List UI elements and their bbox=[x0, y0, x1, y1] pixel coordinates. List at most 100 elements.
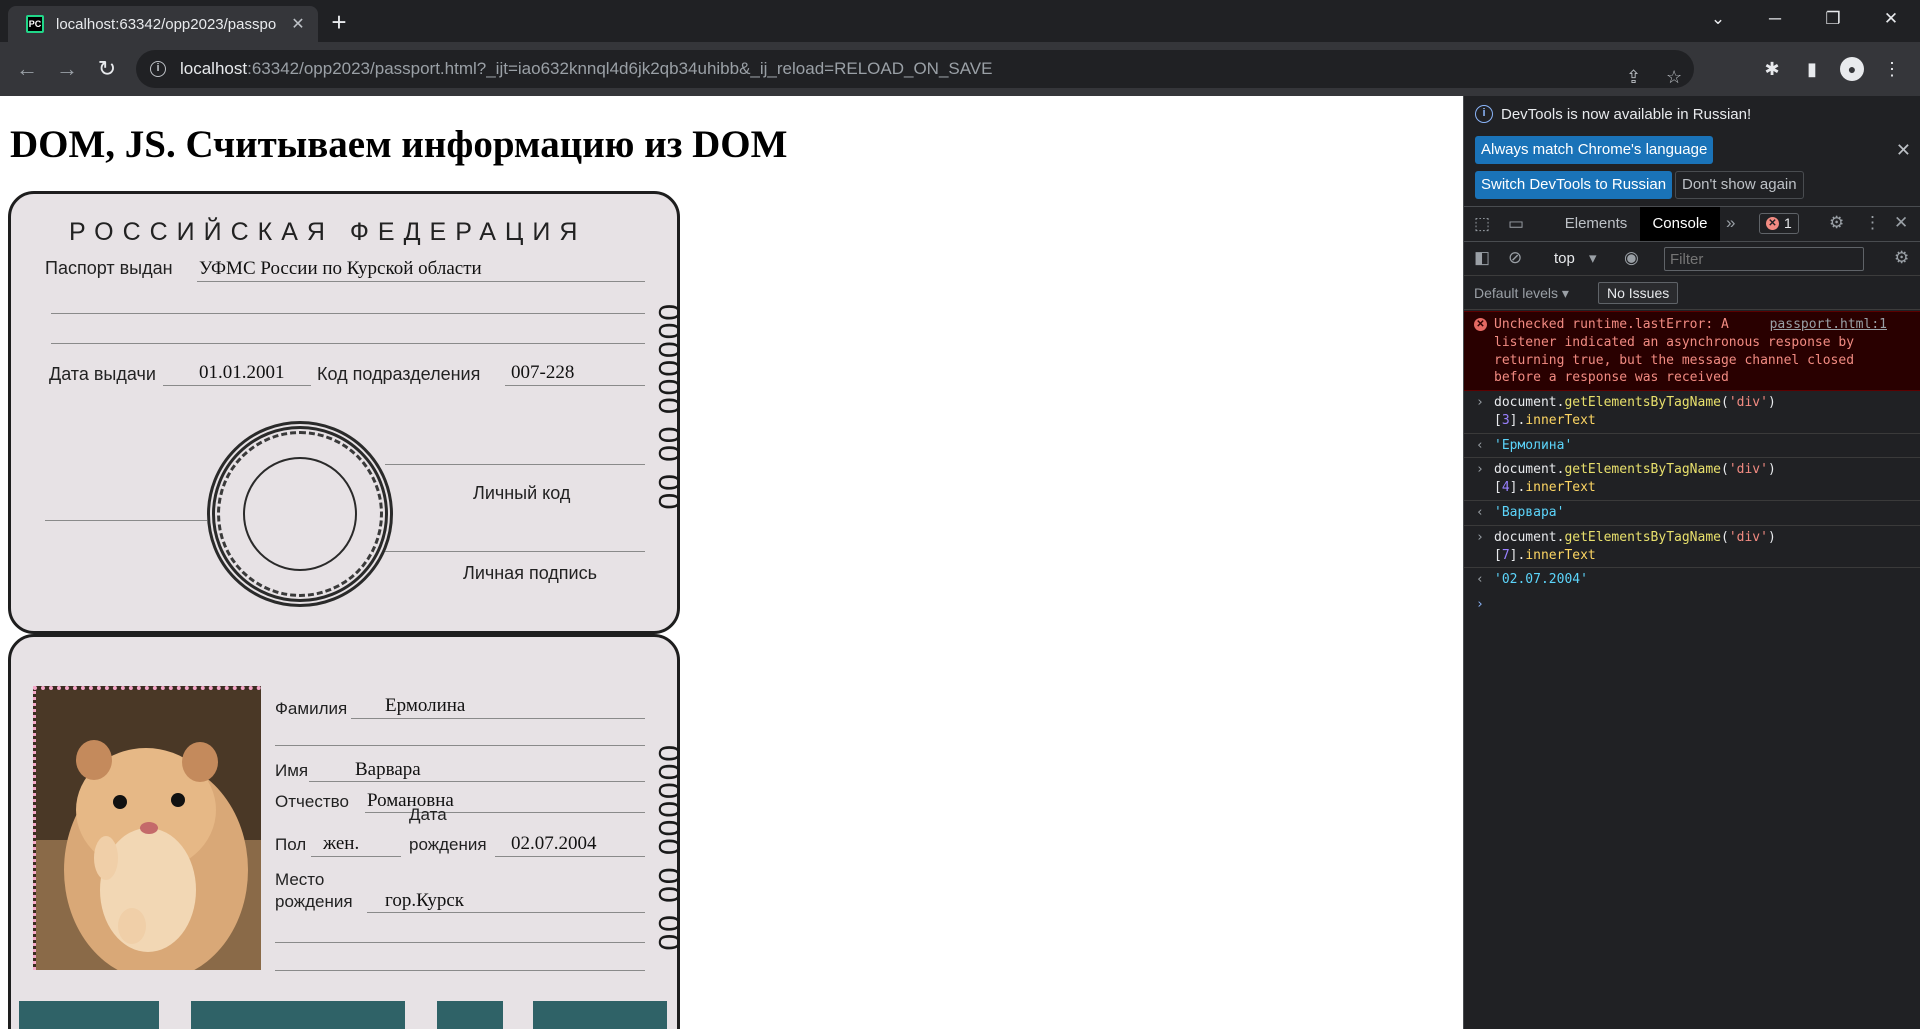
reload-icon[interactable]: ↻ bbox=[92, 54, 122, 84]
eye-icon[interactable]: ◉ bbox=[1624, 248, 1639, 268]
language-banner: i DevTools is now available in Russian! … bbox=[1464, 96, 1920, 205]
devtools-tabbar: ⬚ ▭ Elements Console » ✕ 1 ⚙ ⋮ ✕ bbox=[1464, 206, 1920, 242]
menu-icon[interactable]: ⋮ bbox=[1880, 57, 1904, 81]
underline bbox=[367, 912, 645, 913]
underline bbox=[505, 385, 645, 386]
color-bar bbox=[191, 1001, 405, 1029]
error-source-link[interactable]: passport.html:1 bbox=[1770, 316, 1887, 334]
serial-number: 000000 00 00 bbox=[652, 745, 685, 953]
banner-text: DevTools is now available in Russian! bbox=[1501, 105, 1752, 123]
close-icon[interactable]: ✕ bbox=[1896, 140, 1911, 161]
sidepanel-icon[interactable]: ▮ bbox=[1800, 57, 1824, 81]
underline bbox=[45, 520, 207, 521]
error-count-badge[interactable]: ✕ 1 bbox=[1759, 213, 1799, 234]
profile-icon[interactable]: ● bbox=[1840, 57, 1864, 81]
error-icon: ✕ bbox=[1474, 318, 1487, 331]
underline bbox=[51, 313, 645, 314]
tab-close-icon[interactable]: ✕ bbox=[288, 14, 308, 34]
input-chevron-icon: › bbox=[1476, 462, 1484, 478]
issues-button[interactable]: No Issues bbox=[1598, 282, 1679, 304]
always-match-language-button[interactable]: Always match Chrome's language bbox=[1475, 136, 1714, 164]
passport-page-personal: Фамилия Ермолина Имя Варвара Отчество Ро… bbox=[8, 634, 685, 1029]
photo-hamster bbox=[33, 686, 261, 970]
tab-strip: PC localhost:63342/opp2023/passpo ✕ + ⌄ … bbox=[0, 0, 1920, 42]
gear-icon[interactable]: ⚙ bbox=[1829, 213, 1844, 233]
device-toggle-icon[interactable]: ▭ bbox=[1508, 214, 1524, 234]
underline bbox=[275, 745, 645, 746]
share-icon[interactable]: ⇪ bbox=[1626, 68, 1641, 86]
switch-to-russian-button[interactable]: Switch DevTools to Russian bbox=[1475, 171, 1673, 199]
sidebar-toggle-icon[interactable]: ◧ bbox=[1474, 248, 1490, 268]
underline bbox=[275, 970, 645, 971]
result-chevron-icon: ‹ bbox=[1476, 572, 1484, 588]
dept-code-value: 007-228 bbox=[511, 362, 575, 383]
restore-icon[interactable]: ❐ bbox=[1806, 0, 1860, 40]
levels-bar: Default levels ▾ No Issues bbox=[1464, 276, 1920, 310]
console-result-entry: ‹ 'Варвара' bbox=[1464, 501, 1920, 526]
underline bbox=[495, 856, 645, 857]
underline bbox=[309, 781, 645, 782]
serial-number: 000000 00 00 bbox=[652, 304, 685, 512]
tab-elements[interactable]: Elements bbox=[1556, 207, 1636, 241]
page-heading: DOM, JS. Считываем информацию из DOM bbox=[10, 123, 788, 166]
color-bar bbox=[437, 1001, 503, 1029]
underline bbox=[365, 812, 645, 813]
underline bbox=[51, 343, 645, 344]
passport-page-issue: РОССИЙСКАЯ ФЕДЕРАЦИЯ Паспорт выдан УФМС … bbox=[8, 191, 685, 634]
sex-value: жен. bbox=[323, 833, 360, 854]
filter-input[interactable] bbox=[1664, 247, 1864, 271]
dont-show-again-button[interactable]: Don't show again bbox=[1675, 171, 1804, 199]
close-devtools-icon[interactable]: ✕ bbox=[1894, 213, 1908, 233]
star-icon[interactable]: ☆ bbox=[1666, 68, 1682, 86]
underline bbox=[351, 718, 645, 719]
sex-label: Пол bbox=[275, 835, 307, 854]
underline bbox=[311, 856, 401, 857]
surname-value: Ермолина bbox=[385, 695, 466, 716]
tab-title: localhost:63342/opp2023/passpo bbox=[56, 15, 277, 33]
birth-date-label-2: рождения bbox=[409, 835, 487, 854]
console-prompt[interactable]: › bbox=[1464, 592, 1920, 616]
input-chevron-icon: › bbox=[1476, 395, 1484, 410]
issued-by-label: Паспорт выдан bbox=[45, 258, 173, 278]
banner-info: i DevTools is now available in Russian! bbox=[1475, 105, 1751, 123]
underline bbox=[197, 281, 645, 282]
patronymic-label: Отчество bbox=[275, 792, 349, 811]
input-chevron-icon: › bbox=[1476, 529, 1484, 545]
minimize-icon[interactable]: ─ bbox=[1748, 0, 1802, 40]
tab-console[interactable]: Console bbox=[1640, 207, 1720, 241]
console-input-entry: › document.getElementsByTagName('div') [3… bbox=[1464, 391, 1920, 434]
birth-date-label: Дата bbox=[409, 805, 447, 824]
stamp-center bbox=[243, 457, 357, 571]
chevron-down-icon[interactable]: ⌄ bbox=[1691, 0, 1745, 40]
new-tab-button[interactable]: + bbox=[324, 8, 354, 38]
more-tabs-icon[interactable]: » bbox=[1726, 213, 1735, 233]
inspect-icon[interactable]: ⬚ bbox=[1474, 214, 1490, 234]
devtools-panel: i DevTools is now available in Russian! … bbox=[1463, 96, 1920, 1029]
kebab-menu-icon[interactable]: ⋮ bbox=[1864, 213, 1881, 233]
console-input-entry: › document.getElementsByTagName('div') [7… bbox=[1464, 526, 1920, 569]
birth-place-label: Место bbox=[275, 870, 325, 889]
info-icon[interactable]: i bbox=[150, 61, 166, 77]
forward-icon[interactable]: → bbox=[52, 54, 82, 84]
close-icon[interactable]: ✕ bbox=[1864, 0, 1918, 40]
dept-code-label: Код подразделения bbox=[317, 364, 481, 384]
address-bar[interactable]: i localhost:63342/opp2023/passport.html?… bbox=[136, 50, 1694, 88]
clear-console-icon[interactable]: ⊘ bbox=[1508, 248, 1522, 268]
back-icon[interactable]: ← bbox=[12, 54, 42, 84]
color-bar bbox=[533, 1001, 667, 1029]
underline bbox=[385, 551, 645, 552]
error-icon: ✕ bbox=[1766, 217, 1779, 230]
issue-date-label: Дата выдачи bbox=[49, 364, 156, 384]
underline bbox=[275, 942, 645, 943]
extensions-icon[interactable]: ✱ bbox=[1760, 57, 1784, 81]
context-selector[interactable]: top ▾ bbox=[1554, 249, 1597, 267]
web-page: DOM, JS. Считываем информацию из DOM РОС… bbox=[0, 96, 1463, 1029]
console-error-message: ✕ passport.html:1 Unchecked runtime.last… bbox=[1464, 311, 1920, 391]
pycharm-favicon-icon: PC bbox=[26, 15, 44, 33]
default-levels-dropdown[interactable]: Default levels ▾ bbox=[1474, 285, 1569, 302]
gear-icon[interactable]: ⚙ bbox=[1894, 248, 1909, 268]
result-chevron-icon: ‹ bbox=[1476, 437, 1484, 453]
browser-tab[interactable]: PC localhost:63342/opp2023/passpo ✕ bbox=[8, 6, 318, 42]
prompt-chevron-icon: › bbox=[1476, 597, 1484, 613]
url-text[interactable]: localhost:63342/opp2023/passport.html?_i… bbox=[180, 59, 993, 79]
